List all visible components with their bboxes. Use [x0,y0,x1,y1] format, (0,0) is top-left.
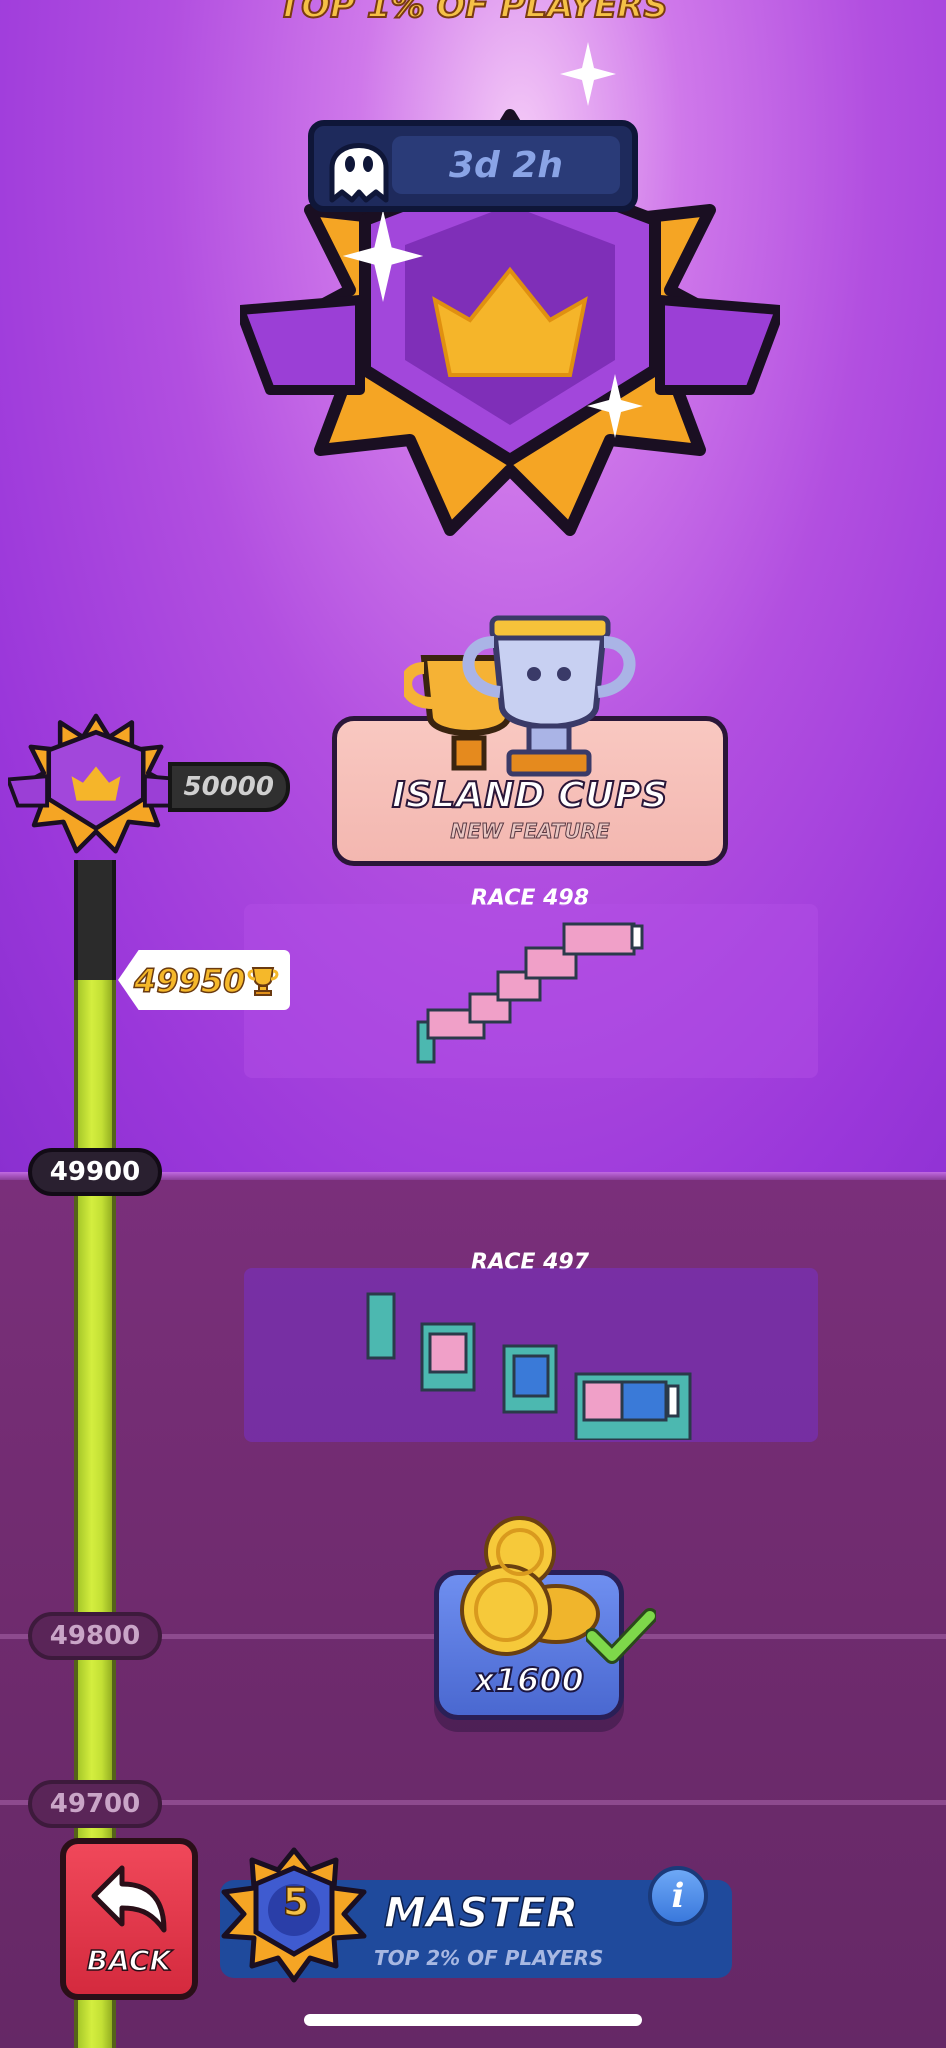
race-track-icon [416,922,644,1064]
sparkle-icon [560,42,616,106]
league-badge-small-icon [8,713,184,854]
trophy-icon [247,967,279,996]
check-icon [586,1608,656,1664]
ghost-icon [329,143,389,203]
back-label: BACK [86,1943,172,1978]
track-marker: 49700 [28,1780,162,1828]
progress-track-remaining [74,860,116,980]
sparkle-icon [342,210,424,302]
back-arrow-icon [91,1865,167,1933]
milestone-score-label: 50000 [168,762,290,812]
sparkle-icon [587,374,643,438]
race-track-icon [366,1292,692,1440]
rank-level: 5 [282,1879,310,1925]
track-marker: 49900 [28,1148,162,1196]
timer-value: 3d 2h [392,136,620,194]
race-panel[interactable] [244,904,818,1078]
rank-name: MASTER [383,1887,579,1938]
trophy-cups-icon [404,615,636,777]
current-score-value: 49950 [133,956,284,1006]
back-button[interactable]: BACK [60,1838,198,2000]
event-timer: 3d 2h [308,120,638,212]
home-indicator[interactable] [304,2014,642,2026]
rank-subtitle: TOP 2% OF PLAYERS [374,1946,604,1970]
info-button[interactable]: i [648,1866,708,1926]
league-rank-caption: TOP 1% OF PLAYERS [277,0,669,27]
current-score-number: 49950 [133,961,246,1001]
island-cups-subtitle: NEW FEATURE [450,819,610,844]
coins-icon [460,1516,600,1656]
track-marker: 49800 [28,1612,162,1660]
reward-amount: x1600 [473,1660,585,1700]
race-panel[interactable] [244,1268,818,1442]
